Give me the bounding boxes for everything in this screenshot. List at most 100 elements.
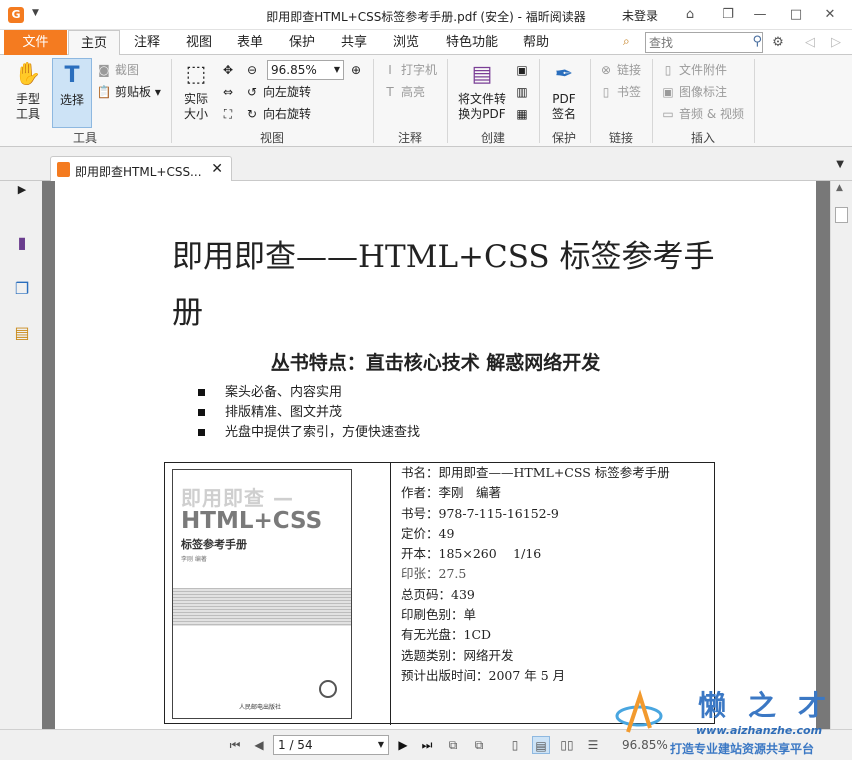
pdf-file-icon xyxy=(57,162,70,177)
bookmark-button[interactable]: ▯ 书签 xyxy=(598,83,641,101)
menu-share[interactable]: 共享 xyxy=(331,30,377,55)
zoom-select[interactable]: 96.85% ▼ xyxy=(267,60,344,80)
file-attachment-button[interactable]: ▯ 文件附件 xyxy=(660,61,727,79)
fit-visible-icon: ⛶ xyxy=(223,107,233,121)
detail-row: 有无光盘：1CD xyxy=(401,627,492,643)
detail-row: 总页码：439 xyxy=(401,586,475,602)
comments-panel-icon[interactable]: ▤ xyxy=(11,323,33,345)
search-input[interactable] xyxy=(645,32,763,53)
zoom-out-button[interactable]: ⊖ xyxy=(244,61,263,79)
fit-visible-button[interactable]: ⛶ xyxy=(220,105,239,123)
list-item: 排版精准、图文并茂 xyxy=(198,403,420,423)
clipboard-button[interactable]: 📋 剪贴板 ▾ xyxy=(96,83,161,101)
last-page-icon[interactable]: ⏭ xyxy=(418,736,436,754)
media-icon: ▭ xyxy=(662,107,674,121)
detail-row: 定价：49 xyxy=(401,525,455,541)
minimize-icon[interactable]: — xyxy=(750,5,770,25)
restore-ribbon-icon[interactable]: ❐ xyxy=(718,5,738,25)
hand-tool-button[interactable]: ✋ 手型 工具 xyxy=(8,61,48,122)
bookmarks-panel-icon[interactable]: ▮ xyxy=(11,233,33,255)
fit-page-button[interactable]: ✥ xyxy=(220,61,239,79)
menu-bar: 文件 主页 注释 视图 表单 保护 共享 浏览 特色功能 帮助 ⌕ ⚲ ⚙ ◁ … xyxy=(0,30,852,56)
nav-back-icon[interactable]: ◁ xyxy=(800,33,820,53)
login-link[interactable]: 未登录 xyxy=(622,7,658,24)
menu-file[interactable]: 文件 xyxy=(4,30,67,55)
maximize-icon[interactable]: □ xyxy=(786,5,806,25)
skin-icon[interactable]: ⌂ xyxy=(680,5,700,25)
bookmark-label: 书签 xyxy=(617,85,642,99)
document-tab[interactable]: 即用即查HTML+CSS... ✕ xyxy=(50,156,232,182)
close-tab-icon[interactable]: ✕ xyxy=(211,161,223,177)
continuous-page-icon[interactable]: ▤ xyxy=(532,736,550,754)
image-annotation-button[interactable]: ▣ 图像标注 xyxy=(660,83,727,101)
settings-gear-icon[interactable]: ⚙ xyxy=(768,33,788,53)
page-number-input[interactable]: 1 / 54 ▼ xyxy=(273,735,389,755)
rotate-left-button[interactable]: ↺ 向左旋转 xyxy=(244,83,311,101)
expand-panel-icon[interactable]: ▶ xyxy=(11,183,33,205)
find-folder-icon[interactable]: ⌕ xyxy=(623,34,641,51)
image-icon: ▣ xyxy=(662,85,674,99)
close-icon[interactable]: ✕ xyxy=(820,5,840,25)
prev-page-icon[interactable]: ◀ xyxy=(250,736,268,754)
ribbon-toolbar: ✋ 手型 工具 T 选择 ◙ 截图 📋 剪贴板 ▾ 工具 ⬚ 实际 大小 ✥ ⊖ 9… xyxy=(0,55,852,147)
cover-title-line3: 标签参考手册 xyxy=(181,538,247,551)
rotate-left-icon: ↺ xyxy=(246,85,258,99)
prev-view-icon[interactable]: ⧉ xyxy=(444,736,462,754)
actual-size-icon: ⬚ xyxy=(185,62,207,87)
fit-page-icon: ✥ xyxy=(222,63,234,77)
document-view[interactable]: 即用即查——HTML+CSS 标签参考手册 丛书特点：直击核心技术 解惑网络开发… xyxy=(42,181,830,729)
group-insert-label: 插入 xyxy=(690,131,715,145)
typewriter-button[interactable]: Ⅰ 打字机 xyxy=(382,61,437,79)
rotate-right-button[interactable]: ↻ 向右旋转 xyxy=(244,105,311,123)
first-page-icon[interactable]: ⏮ xyxy=(226,736,244,754)
menu-home[interactable]: 主页 xyxy=(68,30,120,56)
create-scanner-button[interactable]: ▥ xyxy=(514,83,533,101)
menu-comment[interactable]: 注释 xyxy=(124,30,170,55)
page-dropdown-icon[interactable]: ▼ xyxy=(378,736,384,754)
next-page-icon[interactable]: ▶ xyxy=(394,736,412,754)
cover-title-line2: HTML+CSS xyxy=(181,508,323,534)
menu-view[interactable]: 视图 xyxy=(176,30,222,55)
detail-row: 书号：978-7-115-16152-9 xyxy=(401,505,559,521)
next-view-icon[interactable]: ⧉ xyxy=(470,736,488,754)
fit-width-button[interactable]: ⇔ xyxy=(220,83,239,101)
single-page-icon[interactable]: ▯ xyxy=(506,736,524,754)
scroll-thumb[interactable] xyxy=(835,207,848,223)
actual-size-button[interactable]: ⬚ 实际 大小 xyxy=(178,61,214,122)
audio-video-button[interactable]: ▭ 音频 & 视频 xyxy=(660,105,744,123)
vertical-scrollbar[interactable]: ▲ xyxy=(830,181,852,729)
zoom-in-button[interactable]: ⊕ xyxy=(348,61,367,79)
group-view-label: 视图 xyxy=(259,131,284,145)
search-icon[interactable]: ⚲ xyxy=(752,34,762,49)
select-tool-button[interactable]: T 选择 xyxy=(52,58,92,128)
create-blank-button[interactable]: ▣ xyxy=(514,61,533,79)
link-button[interactable]: ⊗ 链接 xyxy=(598,61,641,79)
menu-protect[interactable]: 保护 xyxy=(279,30,325,55)
scroll-up-icon[interactable]: ▲ xyxy=(836,183,843,193)
menu-help[interactable]: 帮助 xyxy=(513,30,559,55)
zoom-dropdown-icon[interactable]: ▼ xyxy=(334,61,340,79)
continuous-facing-icon[interactable]: ☰ xyxy=(584,736,602,754)
navigation-panel: ▶ ▮ ❐ ▤ xyxy=(0,181,42,729)
highlight-label: 高亮 xyxy=(401,85,426,99)
convert-to-pdf-label: 将文件转 换为PDF xyxy=(457,92,506,121)
nav-forward-icon[interactable]: ▷ xyxy=(826,33,846,53)
highlight-button[interactable]: T 高亮 xyxy=(382,83,425,101)
menu-features[interactable]: 特色功能 xyxy=(436,30,508,55)
rotate-right-label: 向右旋转 xyxy=(263,107,312,121)
status-bar: ⏮ ◀ 1 / 54 ▼ ▶ ⏭ ⧉ ⧉ ▯ ▤ ▯▯ ☰ 96.85% xyxy=(0,729,852,760)
menu-form[interactable]: 表单 xyxy=(227,30,273,55)
tab-list-dropdown-icon[interactable]: ▼ xyxy=(836,159,844,170)
zoom-status[interactable]: 96.85% xyxy=(622,738,668,752)
pdf-sign-button[interactable]: ✒ PDF 签名 xyxy=(545,61,583,122)
convert-to-pdf-button[interactable]: ▤ 将文件转 换为PDF xyxy=(455,61,509,122)
screenshot-button[interactable]: ◙ 截图 xyxy=(96,61,139,79)
cover-author: 李刚 编著 xyxy=(181,556,207,563)
facing-page-icon[interactable]: ▯▯ xyxy=(558,736,576,754)
group-create-label: 创建 xyxy=(480,131,505,145)
audio-video-label: 音频 & 视频 xyxy=(679,107,744,121)
menu-browse[interactable]: 浏览 xyxy=(383,30,429,55)
document-title: 即用即查——HTML+CSS 标签参考手册 xyxy=(172,239,715,331)
create-clipboard-button[interactable]: ▦ xyxy=(514,105,533,123)
pages-panel-icon[interactable]: ❐ xyxy=(11,279,33,301)
